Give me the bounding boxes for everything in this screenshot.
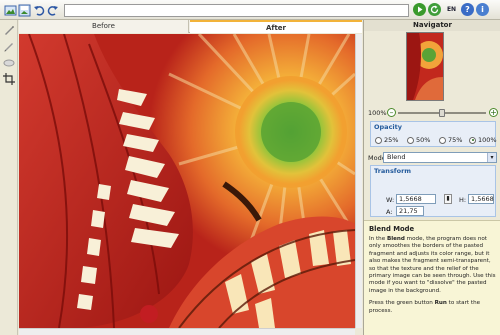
mode-value: Blend — [387, 153, 406, 161]
redo-icon[interactable] — [46, 3, 60, 17]
refresh-icon — [430, 5, 439, 14]
radio-icon — [439, 136, 446, 144]
mode-row: Mode Blend ▾ — [364, 152, 500, 164]
eraser-tool-icon[interactable] — [3, 56, 15, 68]
right-panel: Navigator 100% – + Opacity 25% 50% 75% 1… — [363, 20, 500, 335]
plus-icon: + — [490, 108, 497, 117]
height-label: H: — [459, 196, 467, 204]
save-image-icon[interactable] — [17, 3, 31, 17]
open-image-icon[interactable] — [3, 3, 17, 17]
zoom-slider[interactable] — [398, 109, 486, 117]
radio-selected-icon — [469, 136, 476, 144]
undo-icon[interactable] — [32, 3, 46, 17]
help-text-segment: Blend — [386, 236, 405, 242]
opacity-options: 25% 50% 75% 100% — [375, 135, 497, 145]
crop-tool-icon[interactable] — [3, 73, 15, 85]
help-text-segment: mode, the program does not only smoothes… — [369, 236, 496, 294]
tab-after[interactable]: After — [190, 20, 362, 33]
info-button[interactable]: i — [476, 3, 489, 16]
pencil-tool-icon[interactable] — [3, 40, 15, 52]
help-button[interactable]: ? — [461, 3, 474, 16]
opacity-option-75[interactable]: 75% — [439, 135, 462, 145]
opacity-option-100[interactable]: 100% — [469, 135, 497, 145]
photo-image — [19, 34, 355, 328]
transform-group: Transform W: 1,5668 ▮ H: 1,5668 A: 21,75 — [370, 165, 496, 217]
lock-ratio-button[interactable]: ▮ — [444, 194, 452, 204]
radio-icon — [407, 136, 414, 144]
width-label: W: — [386, 196, 395, 204]
angle-label: A: — [386, 208, 393, 216]
opacity-title: Opacity — [374, 123, 402, 131]
tools-sidebar — [0, 20, 18, 335]
help-run-segment: Run — [434, 300, 447, 307]
play-icon — [418, 6, 423, 13]
mode-select[interactable]: Blend ▾ — [383, 152, 497, 163]
tab-before[interactable]: Before — [19, 20, 189, 33]
zoom-slider-thumb[interactable] — [439, 109, 445, 117]
path-field[interactable] — [64, 4, 409, 17]
question-icon: ? — [465, 5, 470, 14]
zoom-control: 100% – + — [364, 107, 500, 119]
transform-title: Transform — [374, 167, 412, 175]
info-icon: i — [481, 5, 484, 14]
minus-icon: – — [389, 108, 394, 117]
chevron-down-icon[interactable]: ▾ — [487, 153, 496, 162]
horizontal-scrollbar[interactable] — [19, 328, 355, 335]
help-title: Blend Mode — [369, 225, 415, 233]
refresh-button[interactable] — [428, 3, 441, 16]
top-toolbar: EN ? i — [0, 0, 500, 20]
lock-icon: ▮ — [446, 195, 450, 202]
help-run-segment: Press the green button — [369, 300, 435, 307]
angle-field[interactable]: 21,75 — [396, 206, 424, 216]
thumbnail-image — [407, 33, 443, 100]
brush-tool-icon[interactable] — [3, 24, 15, 36]
width-field[interactable]: 1,5668 — [396, 194, 436, 204]
help-text-segment: In the — [369, 236, 387, 242]
navigator-title: Navigator — [364, 20, 500, 31]
image-canvas[interactable] — [19, 34, 355, 328]
height-field[interactable]: 1,5668 — [468, 194, 494, 204]
help-panel: Blend Mode In the Blend mode, the progra… — [364, 220, 500, 335]
help-run-text: Press the green button Run to start the … — [369, 300, 496, 315]
language-button[interactable]: EN — [444, 4, 459, 16]
zoom-in-button[interactable]: + — [489, 108, 498, 117]
zoom-out-button[interactable]: – — [387, 108, 396, 117]
opacity-option-25[interactable]: 25% — [375, 135, 398, 145]
help-text: In the Blend mode, the program does not … — [369, 236, 496, 295]
opacity-option-50[interactable]: 50% — [407, 135, 430, 145]
radio-icon — [375, 136, 382, 144]
view-tabs: Before After — [19, 20, 362, 33]
run-button[interactable] — [413, 3, 426, 16]
zoom-level: 100% — [368, 109, 387, 117]
opacity-group: Opacity 25% 50% 75% 100% — [370, 121, 497, 147]
navigator-thumbnail[interactable] — [406, 32, 444, 101]
vertical-scrollbar[interactable] — [355, 34, 362, 328]
